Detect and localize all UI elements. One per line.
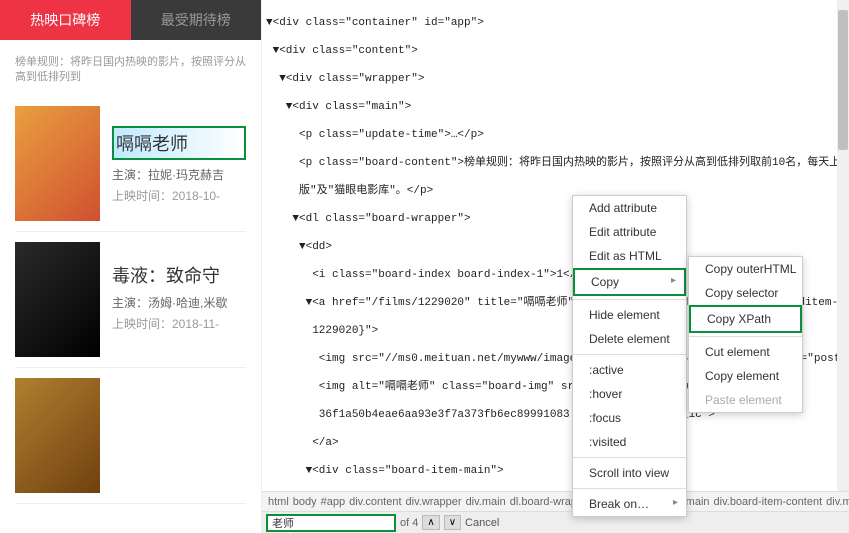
dom-line[interactable]: <p class="update-time">…</p> [266,128,845,142]
ranking-rules: 榜单规则：将昨日国内热映的影片，按照评分从高到低排列到 [0,40,261,96]
ctx-separator [689,336,802,337]
ctx-hide-element[interactable]: Hide element [573,303,686,327]
ctx-break-on[interactable]: Break on… [573,492,686,516]
ctx-separator [573,457,686,458]
movie-star: 主演：汤姆·哈迪,米歇 [112,294,246,311]
webpage-panel: 热映口碑榜 最受期待榜 榜单规则：将昨日国内热映的影片，按照评分从高到低排列到 … [0,0,262,533]
breadcrumb-item[interactable]: div.content [349,496,401,508]
copy-selector[interactable]: Copy selector [689,281,802,305]
ranking-tabs: 热映口碑榜 最受期待榜 [0,0,261,40]
search-next-button[interactable]: ∨ [444,515,461,530]
movie-list: 嗝嗝老师 主演：拉妮·玛克赫吉 上映时间：2018-10- 毒液：致命守 主演：… [0,96,261,504]
movie-poster[interactable] [15,106,100,221]
ctx-separator [573,299,686,300]
elements-tree[interactable]: ▼<div class="container" id="app"> ▼<div … [262,0,849,491]
dom-line[interactable]: </a> [266,436,845,450]
ctx-delete-element[interactable]: Delete element [573,327,686,351]
ctx-hover[interactable]: :hover [573,382,686,406]
breadcrumb-item[interactable]: div.board-item-content [714,496,823,508]
dom-line[interactable]: ▼<div class="container" id="app"> [266,16,845,30]
breadcrumb-item[interactable]: div.main [466,496,506,508]
ctx-add-attribute[interactable]: Add attribute [573,196,686,220]
dom-line[interactable]: ▼<dd> [266,240,845,254]
copy-xpath[interactable]: Copy XPath [689,305,802,333]
ctx-active[interactable]: :active [573,358,686,382]
ctx-separator [573,354,686,355]
dom-line[interactable]: ▼<div class="board-item-main"> [266,464,845,478]
cut-element[interactable]: Cut element [689,340,802,364]
ctx-visited[interactable]: :visited [573,430,686,454]
search-count: of 4 [400,517,418,529]
movie-item [15,368,246,504]
search-input[interactable] [266,514,396,532]
movie-star: 主演：拉妮·玛克赫吉 [112,166,246,183]
ctx-edit-as-html[interactable]: Edit as HTML [573,244,686,268]
dom-line[interactable]: <p class="board-content">榜单规则：将昨日国内热映的影片… [266,156,845,170]
dom-line[interactable]: ▼<dl class="board-wrapper"> [266,212,845,226]
movie-date: 上映时间：2018-10- [112,187,246,204]
context-menu: Add attribute Edit attribute Edit as HTM… [572,195,687,517]
ctx-focus[interactable]: :focus [573,406,686,430]
ctx-edit-attribute[interactable]: Edit attribute [573,220,686,244]
movie-poster[interactable] [15,378,100,493]
movie-title[interactable]: 毒液：致命守 [112,262,246,288]
tab-waiting[interactable]: 最受期待榜 [131,0,262,40]
paste-element: Paste element [689,388,802,412]
dom-line[interactable]: ▼<div class="content"> [266,44,845,58]
dom-line[interactable]: ▼<div class="main"> [266,100,845,114]
copy-outer-html[interactable]: Copy outerHTML [689,257,802,281]
movie-item: 毒液：致命守 主演：汤姆·哈迪,米歇 上映时间：2018-11- [15,232,246,368]
movie-poster[interactable] [15,242,100,357]
elements-search-bar: of 4 ∧ ∨ Cancel [262,511,849,533]
ctx-separator [573,488,686,489]
tab-hot[interactable]: 热映口碑榜 [0,0,131,40]
copy-submenu: Copy outerHTML Copy selector Copy XPath … [688,256,803,413]
breadcrumb[interactable]: html body #app div.content div.wrapper d… [262,491,849,511]
movie-date: 上映时间：2018-11- [112,315,246,332]
movie-title-highlighted[interactable]: 嗝嗝老师 [112,126,246,160]
search-cancel-button[interactable]: Cancel [465,517,499,529]
vertical-scrollbar[interactable] [837,0,849,491]
ctx-scroll-into-view[interactable]: Scroll into view [573,461,686,485]
movie-item: 嗝嗝老师 主演：拉妮·玛克赫吉 上映时间：2018-10- [15,96,246,232]
breadcrumb-item[interactable]: div.wrapper [406,496,462,508]
breadcrumb-item[interactable]: #app [321,496,345,508]
breadcrumb-item[interactable]: body [293,496,317,508]
search-prev-button[interactable]: ∧ [422,515,439,530]
dom-line[interactable]: 版"及"猫眼电影库"。</p> [266,184,845,198]
breadcrumb-item[interactable]: div.movie-item-info [826,496,849,508]
dom-line[interactable]: ▼<div class="wrapper"> [266,72,845,86]
copy-element[interactable]: Copy element [689,364,802,388]
breadcrumb-item[interactable]: html [268,496,289,508]
ctx-copy[interactable]: Copy [573,268,686,296]
